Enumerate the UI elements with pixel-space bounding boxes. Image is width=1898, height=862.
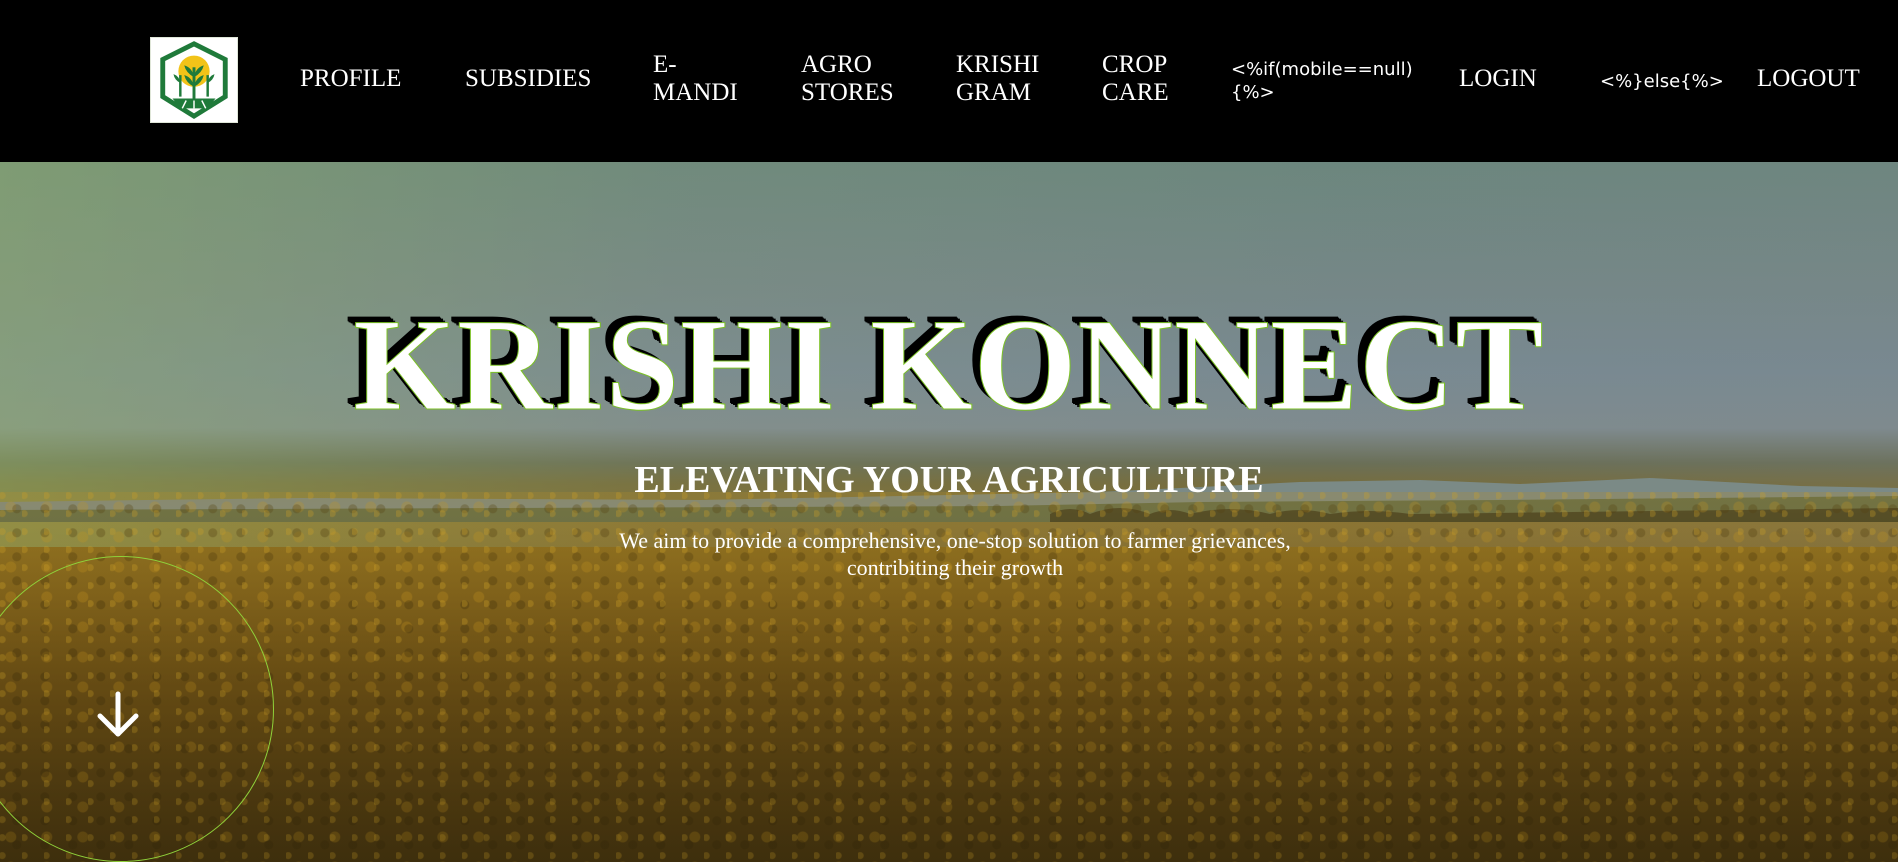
top-navbar: PROFILE SUBSIDIES E-MANDI AGRO STORES KR… [0,0,1898,162]
hero-section: KRISHI KONNECT ELEVATING YOUR AGRICULTUR… [0,162,1898,862]
hero-description: We aim to provide a comprehensive, one-s… [619,528,1291,580]
nav-subsidies[interactable]: SUBSIDIES [465,65,591,93]
nav-emandi[interactable]: E-MANDI [653,51,743,107]
template-else-text: <%}else{%> [1600,71,1724,92]
hero-subtitle: ELEVATING YOUR AGRICULTURE [634,459,1264,501]
template-if-text: <%if(mobile==null){%> [1231,59,1413,103]
krishi-konnect-logo[interactable] [150,37,238,123]
hero-title: KRISHI KONNECT [353,291,1545,439]
nav-krishi-gram[interactable]: KRISHI GRAM [956,51,1056,107]
nav-agro-stores[interactable]: AGRO STORES [801,51,911,107]
nav-profile[interactable]: PROFILE [300,65,401,93]
nav-logout[interactable]: LOGOUT [1757,65,1860,93]
nav-login[interactable]: LOGIN [1459,65,1537,93]
arrow-down-icon[interactable] [95,690,141,740]
nav-crop-care[interactable]: CROP CARE [1102,51,1182,107]
logo-emblem-icon [151,38,237,122]
